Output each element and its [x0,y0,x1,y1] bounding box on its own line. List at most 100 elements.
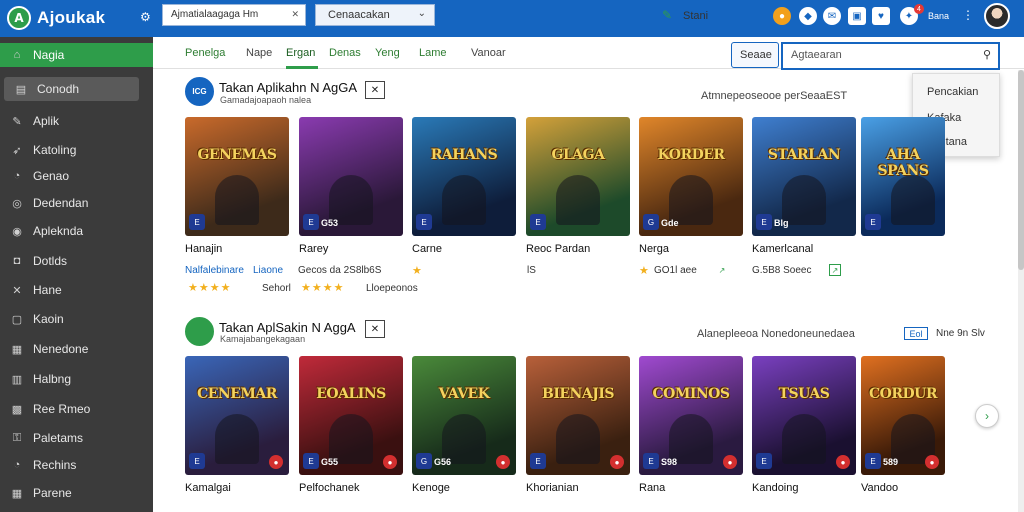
tab-6[interactable]: Lame [419,47,447,59]
game-name[interactable]: Rarey [299,243,328,255]
game-name[interactable]: Kandoing [752,482,799,494]
scrollbar[interactable] [1018,70,1024,512]
sidebar-item[interactable]: ✎ Aplik [0,109,153,133]
message-icon[interactable]: ✉ [823,7,841,25]
close-icon[interactable]: ✕ [365,81,385,99]
game-card[interactable]: VAVEK G G56 ● [412,356,516,475]
game-card[interactable]: STARLAN E Blg [752,117,856,236]
game-card[interactable]: GLAGA E [526,117,630,236]
favorite-icon[interactable]: ● [610,455,624,469]
game-art-title: TSUAS [778,386,830,402]
dropdown-item[interactable]: Pencakian [927,86,978,98]
tab-4[interactable]: Denas [329,47,361,59]
sidebar-item[interactable]: ➶ Katoling [0,138,153,162]
favorite-icon[interactable]: ● [269,455,283,469]
next-button[interactable]: › [975,404,999,428]
sidebar-item[interactable]: ⌂ Nagia [0,43,153,67]
favorite-icon[interactable]: ● [836,455,850,469]
game-name[interactable]: Kenoge [412,482,450,494]
sidebar-item[interactable]: ◉ Apleknda [0,219,153,243]
game-card[interactable]: BIENAJIS E ● [526,356,630,475]
top-search-field[interactable]: Ajmatialaagaga Hm ✕ [162,4,306,26]
favorite-icon[interactable]: ● [925,455,939,469]
coin-icon[interactable]: ● [773,7,791,25]
sidebar-item[interactable]: ✕ Hane [0,278,153,302]
game-card[interactable]: GENEMAS E [185,117,289,236]
sidebar-item[interactable]: ◎ Dedendan [0,191,153,215]
category-select-value: Cenaacakan [328,9,390,21]
sidebar-item[interactable]: ▤ Conodh [4,77,139,101]
game-name[interactable]: Kamerlcanal [752,243,813,255]
chat-icon[interactable]: ▣ [848,7,866,25]
game-card[interactable]: AHA SPANS E [861,117,945,236]
game-name[interactable]: Hanajin [185,243,222,255]
tab-5[interactable]: Yeng [375,47,400,59]
more-menu-icon[interactable]: ⋮ [962,8,974,22]
section-link[interactable]: Atmnepeoseooe perSeaaEST [701,90,847,102]
game-card[interactable]: E G53 [299,117,403,236]
game-name[interactable]: Kamalgai [185,482,231,494]
sidebar-item-label: Nagia [33,48,65,62]
game-name[interactable]: Reoc Pardan [526,243,590,255]
game-card[interactable]: CENEMAR E ● [185,356,289,475]
sidebar-item[interactable]: ▥ Halbng [0,367,153,391]
scrollbar-thumb[interactable] [1018,70,1024,270]
tab-1[interactable]: Penelga [185,47,225,59]
sidebar-item[interactable]: ⚿ Paletams [0,426,153,450]
game-card[interactable]: KORDER G Gde [639,117,743,236]
section-link[interactable]: Alanepleeoa Nonedoneunedaea [697,328,855,340]
search-input[interactable]: Agtaearan ⚲ [781,42,1000,70]
section-icon [185,317,214,346]
game-name[interactable]: Khorianian [526,482,579,494]
user-name[interactable]: Bana [928,11,949,21]
sidebar-item-label: Hane [33,283,62,297]
game-card[interactable]: TSUAS E ● [752,356,856,475]
platform-icon: G [643,214,659,230]
share-icon[interactable]: ↗ [829,264,841,276]
sidebar-item[interactable]: ▦ Nenedone [0,337,153,361]
game-card[interactable]: EOALINS E G55 ● [299,356,403,475]
chart-icon: ▥ [11,373,23,386]
sidebar-item[interactable]: ▩ Ree Rmeo [0,397,153,421]
game-name[interactable]: Nerga [639,243,669,255]
tab-2[interactable]: Nape [246,47,272,59]
favorite-icon[interactable]: ● [723,455,737,469]
tab-7[interactable]: Vanoar [471,47,506,59]
settings-icon[interactable]: ⚙ [140,10,151,24]
shield-icon[interactable]: ◆ [799,7,817,25]
game-name[interactable]: Vandoo [861,482,898,494]
card-count: G55 [321,457,339,467]
avatar[interactable] [984,3,1010,29]
close-icon[interactable]: ✕ [365,320,385,338]
sidebar-item[interactable]: ▢ Kaoin [0,307,153,331]
sidebar-item[interactable]: ◔ Rechins [0,453,153,477]
game-name[interactable]: Pelfochanek [299,482,360,494]
category-select[interactable]: Cenaacakan ⌄ [315,4,435,26]
sidebar-item[interactable]: ◔ Genao [0,164,153,188]
section-title: Takan Aplikahn N AgGA [219,80,358,95]
game-name[interactable]: Carne [412,243,442,255]
search-scope-button[interactable]: Seaae [731,42,779,68]
sidebar-item-label: Apleknda [33,224,84,238]
favorite-icon[interactable]: ● [496,455,510,469]
favorite-icon[interactable]: ● [383,455,397,469]
section-title: Takan AplSakin N AggA [219,320,356,335]
game-card[interactable]: CORDUR E 589 ● [861,356,945,475]
game-name[interactable]: Rana [639,482,665,494]
bag-icon: ◘ [13,255,21,267]
heart-icon[interactable]: ♥ [872,7,890,25]
game-card[interactable]: RAHANS E [412,117,516,236]
app-logo[interactable]: A [7,6,31,30]
sidebar-item-label: Ree Rmeo [33,402,91,416]
clear-icon[interactable]: ✕ [291,9,299,20]
app-name[interactable]: Ajoukak [37,8,105,28]
game-card[interactable]: COMINOS E S98 ● [639,356,743,475]
section-tag: Eol [904,327,928,340]
sidebar-item[interactable]: ▦ Parene [0,481,153,505]
search-icon[interactable]: ⚲ [983,48,991,61]
pencil-icon[interactable]: ✎ [662,8,672,22]
sidebar-item[interactable]: ◘ Dotlds [0,249,153,273]
top-bar: A Ajoukak ⚙ Ajmatialaagaga Hm ✕ Cenaacak… [0,0,1024,37]
pen-label[interactable]: Stani [683,10,708,22]
tab-3[interactable]: Ergan [286,47,315,59]
